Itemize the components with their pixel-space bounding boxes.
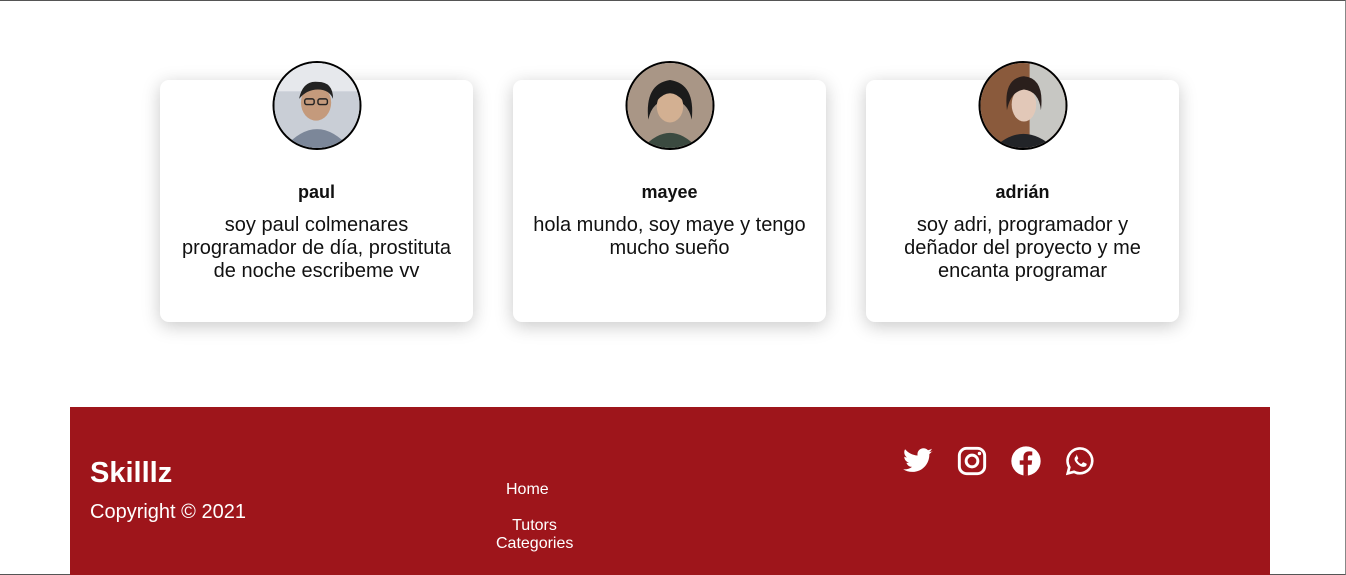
footer-brand: Skilllz: [90, 457, 173, 489]
social-links: [902, 445, 1096, 477]
avatar-photo: [274, 63, 359, 148]
footer-link-tutors-categories[interactable]: Tutors Categories: [496, 517, 573, 553]
facebook-icon[interactable]: [1010, 445, 1042, 477]
member-bio: soy adri, programador y deñador del proy…: [904, 214, 1141, 282]
site-footer: Skilllz Copyright © 2021 Home Tutors Cat…: [70, 407, 1270, 575]
copyright-text: Copyright © 2021: [90, 501, 246, 523]
avatar: [272, 61, 361, 150]
member-name: adrián: [995, 182, 1050, 202]
whatsapp-icon[interactable]: [1064, 445, 1096, 477]
avatar: [625, 61, 714, 150]
member-name: mayee: [641, 182, 698, 202]
avatar: [978, 61, 1067, 150]
member-name: paul: [297, 182, 335, 202]
team-card: mayee hola mundo, soy maye y tengo mucho…: [513, 61, 826, 322]
twitter-icon[interactable]: [902, 445, 934, 477]
instagram-icon[interactable]: [956, 445, 988, 477]
avatar-photo: [627, 63, 712, 148]
team-card: adrián soy adri, programador y deñador d…: [866, 61, 1179, 322]
team-section: paul soy paul colmenares programador de …: [160, 61, 1180, 322]
footer-link-home[interactable]: Home: [506, 481, 549, 499]
member-bio: hola mundo, soy maye y tengo mucho sueño: [533, 214, 806, 259]
avatar-photo: [980, 63, 1065, 148]
member-bio: soy paul colmenares programador de día, …: [181, 214, 452, 282]
team-card: paul soy paul colmenares programador de …: [160, 61, 473, 322]
